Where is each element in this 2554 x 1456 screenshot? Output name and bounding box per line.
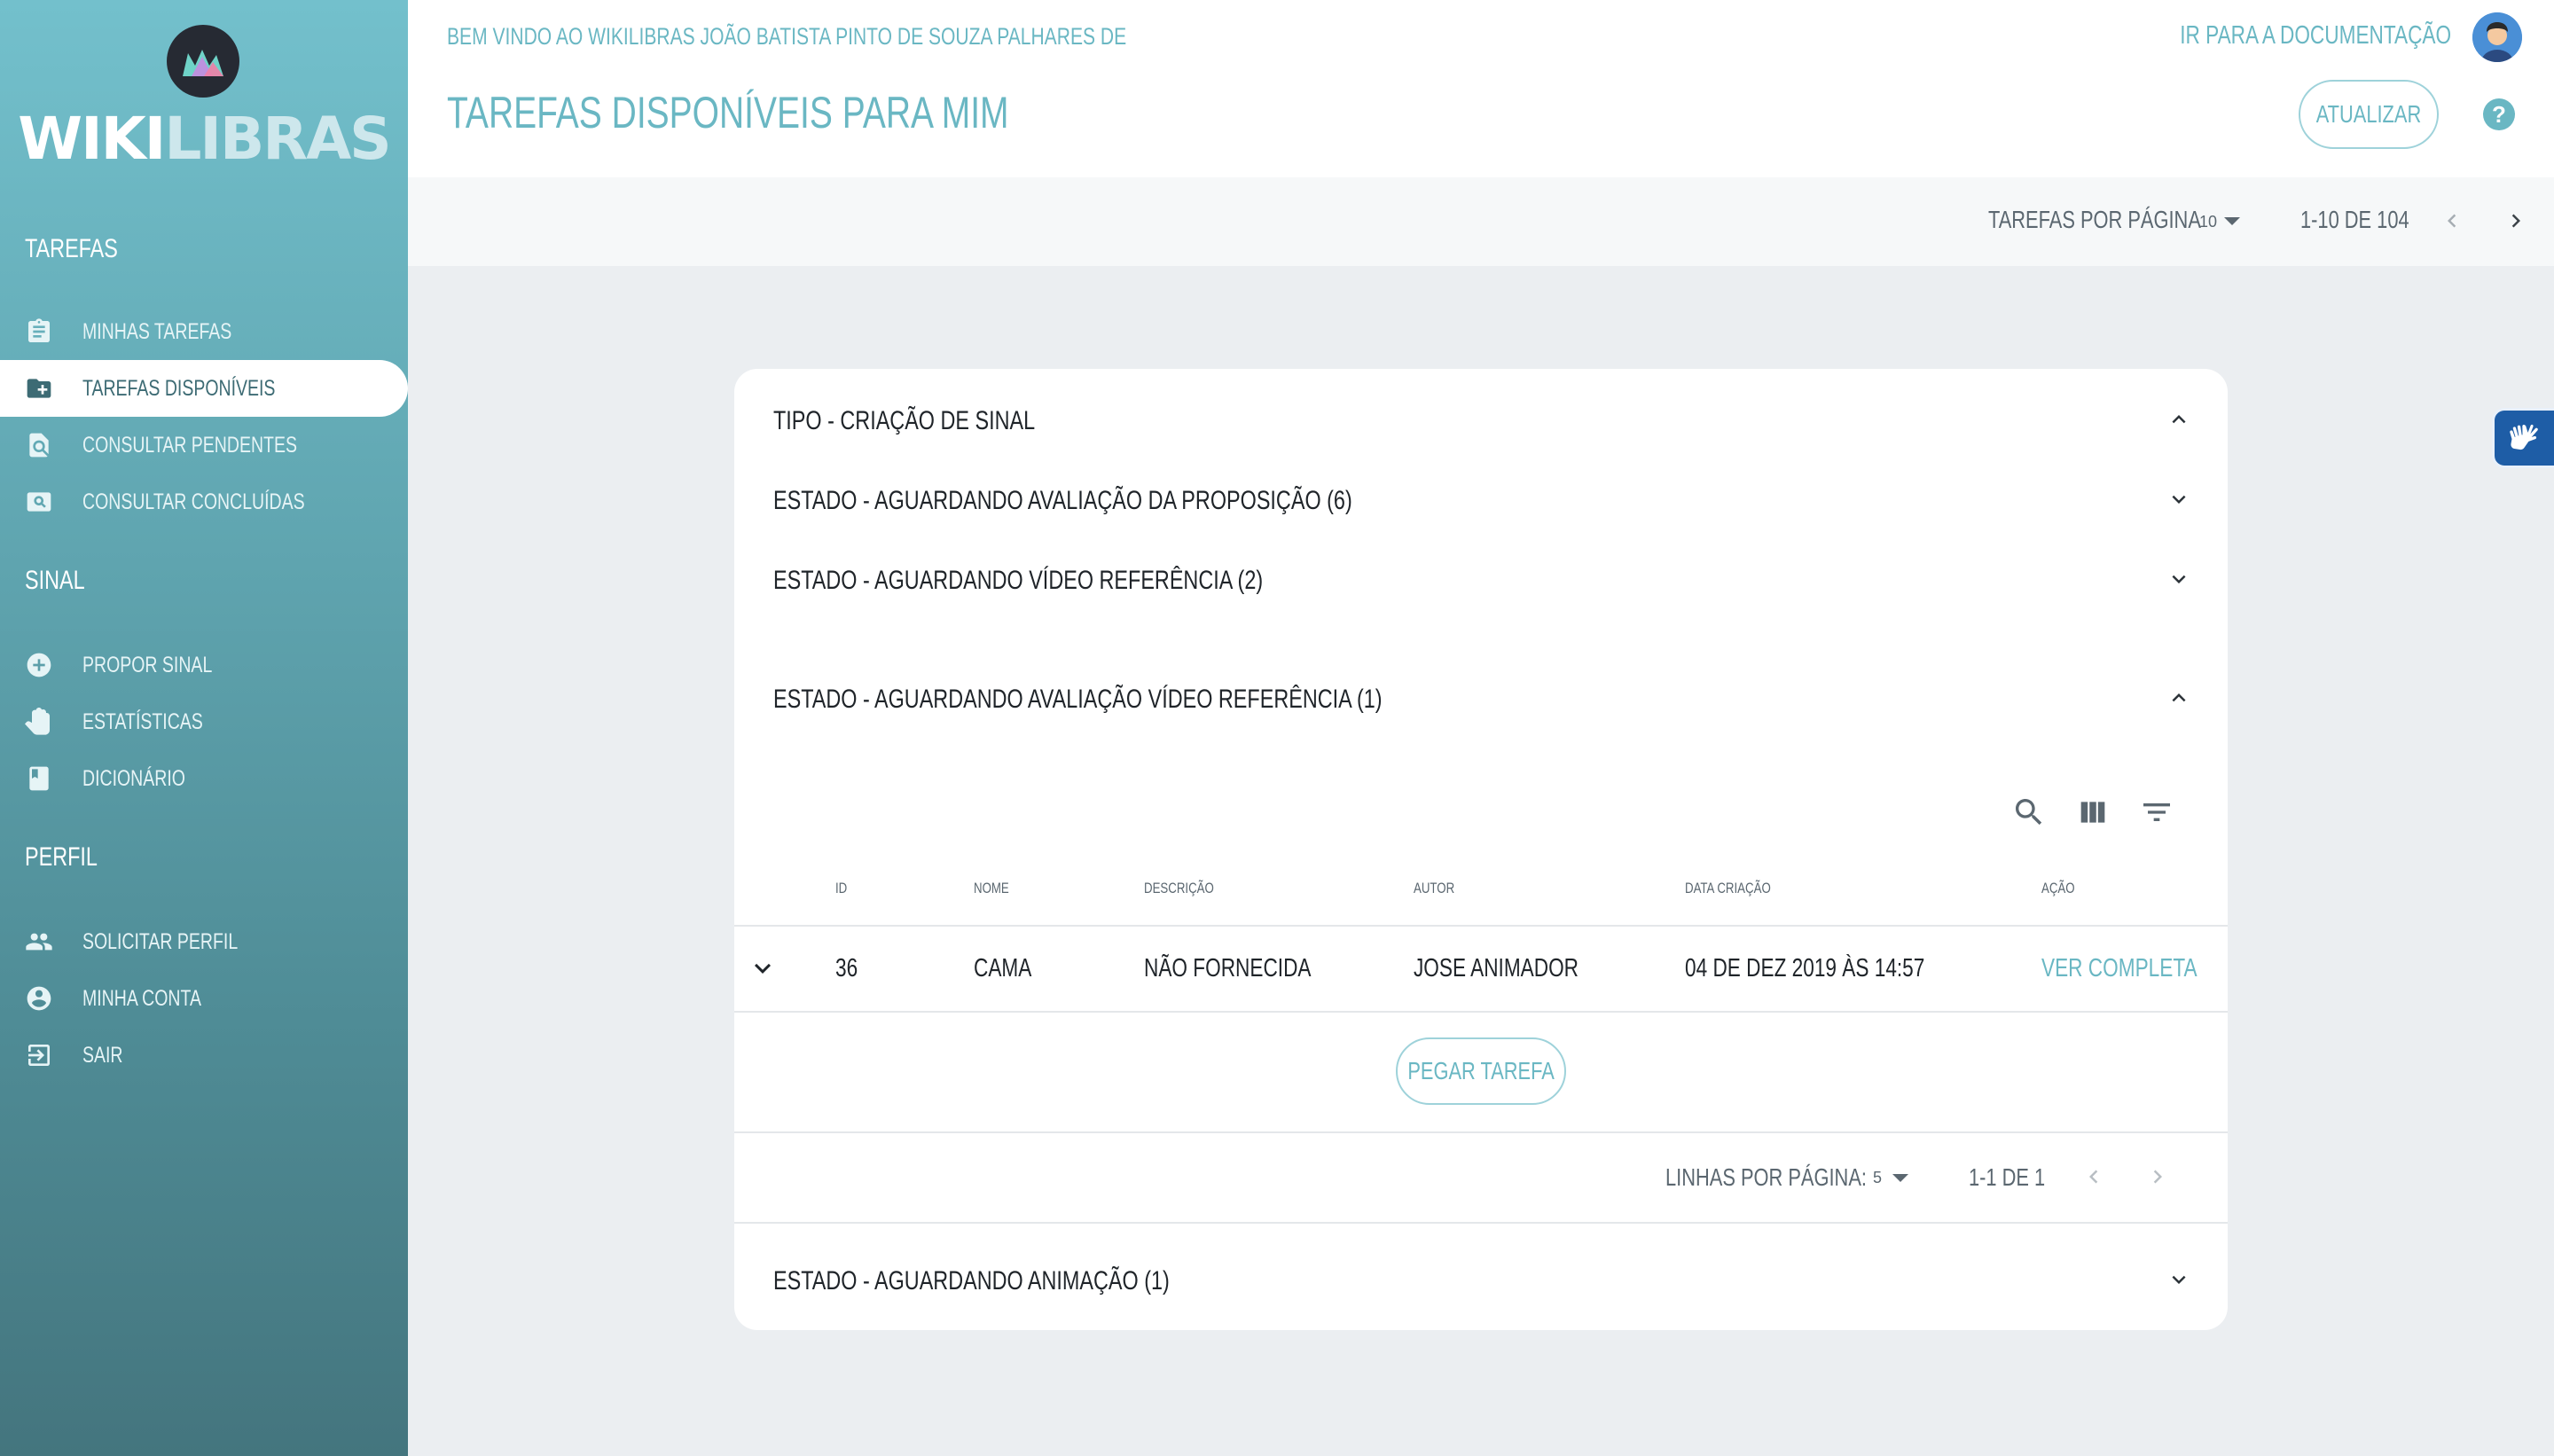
hand-icon bbox=[25, 708, 50, 735]
chevron-left-icon[interactable] bbox=[2080, 1163, 2107, 1190]
sidebar-item-dicionario[interactable]: Dicionário bbox=[0, 750, 408, 807]
rows-range: 1-1 de 1 bbox=[1969, 1163, 2046, 1191]
divider bbox=[734, 1222, 2228, 1224]
nav-section-perfil: Perfil bbox=[25, 842, 98, 872]
sidebar-item-minhas-tarefas[interactable]: Minhas tarefas bbox=[0, 303, 408, 360]
view-complete-link[interactable]: Ver completa bbox=[2041, 954, 2241, 983]
column-header-data-criacao[interactable]: Data criação bbox=[1685, 880, 1795, 897]
task-type-card: Tipo - Criação de sinal Estado - Aguarda… bbox=[734, 369, 2228, 1330]
chevron-down-icon[interactable] bbox=[2224, 217, 2240, 225]
cell-data-criacao: 04 de dez 2019 às 14:57 bbox=[1685, 954, 1925, 982]
people-icon bbox=[26, 933, 52, 951]
type-title: Tipo - Criação de sinal bbox=[773, 406, 1036, 435]
column-header-id[interactable]: Id bbox=[835, 880, 850, 897]
group-title: Estado - Aguardando avaliação da proposi… bbox=[773, 486, 1352, 515]
refresh-button[interactable]: Atualizar bbox=[2299, 80, 2439, 149]
group-accordion-aguardando-animacao[interactable]: Estado - Aguardando animação (1) bbox=[734, 1247, 2228, 1309]
tasks-pager: Tarefas por página 10 1-10 de 104 bbox=[408, 177, 2554, 266]
chevron-right-icon[interactable] bbox=[2503, 207, 2529, 234]
filter-icon[interactable] bbox=[2139, 795, 2174, 830]
rows-per-page-label: Linhas por página: bbox=[1665, 1163, 1867, 1191]
sidebar-item-propor-sinal[interactable]: Propor sinal bbox=[0, 637, 408, 693]
chevron-down-icon[interactable] bbox=[2166, 486, 2192, 513]
chevron-up-icon[interactable] bbox=[2166, 406, 2192, 433]
vlibras-accessibility-button[interactable] bbox=[2492, 408, 2554, 468]
sidebar-item-minha-conta[interactable]: Minha conta bbox=[0, 970, 408, 1027]
page-title: Tarefas disponíveis para mim bbox=[447, 88, 1009, 137]
chevron-down-icon[interactable] bbox=[1892, 1174, 1908, 1182]
column-header-acao: Ação bbox=[2041, 880, 2075, 896]
nav-section-sinal: Sinal bbox=[25, 566, 85, 595]
sidebar-item-solicitar-perfil[interactable]: Solicitar perfil bbox=[0, 913, 408, 970]
sign-language-icon bbox=[2510, 424, 2538, 450]
chevron-down-icon[interactable] bbox=[2166, 566, 2192, 592]
search-icon[interactable] bbox=[2011, 795, 2047, 830]
divider bbox=[734, 1131, 2228, 1133]
cell-autor: Jose Animador bbox=[1414, 954, 1579, 982]
column-header-descricao[interactable]: Descrição bbox=[1144, 880, 1234, 897]
add-circle-icon bbox=[27, 653, 51, 677]
group-title: Estado - Aguardando animação (1) bbox=[773, 1266, 1170, 1296]
folder-plus-icon bbox=[27, 379, 51, 398]
group-accordion-aguardando-avaliacao-video-referencia[interactable]: Estado - Aguardando avaliação vídeo refe… bbox=[734, 667, 2228, 729]
sidebar-item-sair[interactable]: Sair bbox=[0, 1027, 408, 1084]
expand-row-chevron-icon[interactable] bbox=[747, 952, 779, 984]
image-search-icon bbox=[27, 492, 51, 512]
chevron-up-icon[interactable] bbox=[2166, 685, 2192, 711]
view-columns-icon[interactable] bbox=[2075, 795, 2111, 830]
column-header-autor[interactable]: Autor bbox=[1414, 880, 1466, 897]
clipboard-icon bbox=[28, 318, 50, 342]
help-icon[interactable]: ? bbox=[2483, 98, 2515, 130]
sidebar-item-estatisticas[interactable]: Estatísticas bbox=[0, 693, 408, 750]
cell-descricao: Não fornecida bbox=[1144, 954, 1312, 982]
chevron-left-icon[interactable] bbox=[2439, 207, 2465, 234]
documentation-link[interactable]: Ir para a documentação bbox=[2104, 21, 2451, 51]
logo bbox=[167, 25, 239, 98]
rows-per-page-select[interactable]: 5 bbox=[1873, 1169, 1882, 1187]
nav-section-tarefas: Tarefas bbox=[25, 234, 118, 263]
pick-task-button[interactable]: Pegar tarefa bbox=[1396, 1037, 1566, 1105]
tasks-per-page-select[interactable]: 10 bbox=[2199, 213, 2217, 231]
column-header-nome[interactable]: Nome bbox=[974, 880, 1019, 897]
sidebar-item-tarefas-disponiveis[interactable]: Tarefas disponíveis bbox=[0, 360, 408, 417]
exit-icon bbox=[28, 1045, 50, 1066]
avatar[interactable] bbox=[2472, 12, 2522, 62]
sidebar: WIKILIBRAS Tarefas Minhas tarefas Tarefa… bbox=[0, 0, 408, 1456]
sidebar-item-consultar-pendentes[interactable]: Consultar pendentes bbox=[0, 417, 408, 474]
cell-id: 36 bbox=[835, 954, 858, 982]
divider bbox=[734, 1011, 2228, 1013]
find-in-page-icon bbox=[29, 433, 49, 458]
brand-name: WIKILIBRAS bbox=[18, 105, 391, 173]
group-title: Estado - Aguardando vídeo referência (2) bbox=[773, 566, 1264, 595]
header: Bem vindo ao WikiLibras João Batista Pin… bbox=[408, 0, 2554, 177]
tasks-per-page-label: Tarefas por página bbox=[1988, 206, 2201, 233]
group-accordion-aguardando-avaliacao-proposicao[interactable]: Estado - Aguardando avaliação da proposi… bbox=[734, 468, 2228, 530]
chevron-right-icon[interactable] bbox=[2144, 1163, 2171, 1190]
chevron-down-icon[interactable] bbox=[2166, 1266, 2192, 1293]
group-accordion-aguardando-video-referencia[interactable]: Estado - Aguardando vídeo referência (2) bbox=[734, 548, 2228, 610]
sidebar-item-consultar-concluidas[interactable]: Consultar concluídas bbox=[0, 474, 408, 530]
type-accordion-header[interactable]: Tipo - Criação de sinal bbox=[734, 369, 2228, 458]
cell-nome: Cama bbox=[974, 954, 1032, 982]
group-title: Estado - Aguardando avaliação vídeo refe… bbox=[773, 685, 1383, 714]
divider bbox=[734, 925, 2228, 927]
book-icon bbox=[29, 766, 49, 791]
account-circle-icon bbox=[27, 986, 51, 1011]
welcome-text: Bem vindo ao WikiLibras João Batista Pin… bbox=[447, 23, 1127, 50]
tasks-range: 1-10 de 104 bbox=[2300, 206, 2409, 233]
